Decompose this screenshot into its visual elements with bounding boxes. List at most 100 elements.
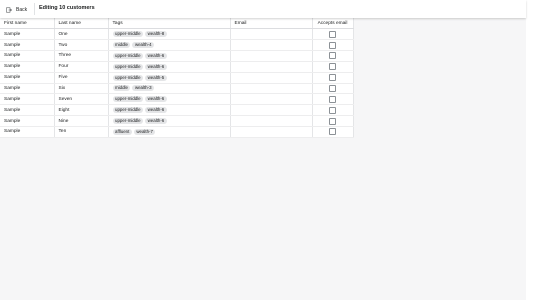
cell-last-name[interactable]: Seven bbox=[54, 93, 109, 106]
cell-first-name[interactable]: Sample bbox=[0, 28, 55, 41]
cell-tags[interactable]: upper-middle wealth-8 bbox=[108, 28, 231, 41]
back-label: Back bbox=[16, 6, 28, 13]
cell-first-name[interactable]: Sample bbox=[0, 115, 55, 127]
customers-grid: First name Last name Tags Email Accepts … bbox=[0, 18, 354, 138]
cell-last-name[interactable]: Two bbox=[54, 39, 109, 52]
cell-first-name[interactable]: Sample bbox=[0, 126, 55, 138]
tag-chip: wealth-8 bbox=[145, 31, 167, 38]
tag-chip: wealth-4 bbox=[132, 42, 155, 49]
cell-last-name[interactable]: Ten bbox=[54, 126, 109, 138]
cell-accepts-email bbox=[312, 126, 354, 138]
cell-tags[interactable]: upper-middle wealth-6 bbox=[108, 50, 231, 62]
column-header-email[interactable]: Email bbox=[230, 18, 313, 30]
cell-accepts-email bbox=[312, 115, 354, 127]
accepts-email-checkbox[interactable] bbox=[329, 63, 336, 71]
top-bar: Back Editing 10 customers bbox=[0, 0, 526, 18]
accepts-email-checkbox[interactable] bbox=[329, 106, 336, 114]
cell-accepts-email bbox=[312, 28, 354, 41]
cell-accepts-email bbox=[312, 39, 354, 52]
tag-chip: middle bbox=[112, 85, 131, 92]
cell-last-name[interactable]: Eight bbox=[54, 104, 109, 117]
accepts-email-checkbox[interactable] bbox=[329, 117, 336, 125]
cell-email[interactable] bbox=[230, 93, 313, 106]
tag-chip: upper-middle bbox=[112, 74, 144, 81]
header-divider bbox=[34, 3, 35, 15]
cell-tags[interactable]: upper-middle wealth-6 bbox=[108, 115, 231, 127]
accepts-email-checkbox[interactable] bbox=[329, 41, 336, 49]
cell-first-name[interactable]: Sample bbox=[0, 83, 55, 95]
table-row: Sample Three upper-middle wealth-6 bbox=[0, 50, 354, 62]
cell-email[interactable] bbox=[230, 115, 313, 127]
tag-chip: wealth-6 bbox=[145, 107, 167, 114]
cell-first-name[interactable]: Sample bbox=[0, 50, 55, 62]
cell-email[interactable] bbox=[230, 126, 313, 138]
cell-tags[interactable]: middle wealth-3 bbox=[108, 83, 231, 95]
tag-chip: wealth-3 bbox=[132, 85, 155, 92]
accepts-email-checkbox[interactable] bbox=[329, 95, 336, 103]
tag-chip: upper-middle bbox=[112, 63, 144, 70]
grid-header-row: First name Last name Tags Email Accepts … bbox=[0, 18, 354, 30]
cell-tags[interactable]: middle wealth-4 bbox=[108, 39, 231, 52]
cell-first-name[interactable]: Sample bbox=[0, 39, 55, 52]
column-header-tags[interactable]: Tags bbox=[108, 18, 231, 30]
grid-body: Sample One upper-middle wealth-8 Sample Two mi… bbox=[0, 28, 354, 138]
tag-chip: upper-middle bbox=[112, 52, 144, 59]
page-title: Editing 10 customers bbox=[39, 5, 95, 11]
cell-email[interactable] bbox=[230, 104, 313, 117]
table-row: Sample Five upper-middle wealth-5 bbox=[0, 72, 354, 84]
tag-chip: middle bbox=[112, 42, 131, 49]
cell-email[interactable] bbox=[230, 50, 313, 62]
tag-chip: wealth-5 bbox=[145, 74, 167, 81]
cell-email[interactable] bbox=[230, 61, 313, 73]
cell-tags[interactable]: upper-middle wealth-6 bbox=[108, 104, 231, 117]
tag-chip: upper-middle bbox=[112, 118, 144, 125]
cell-last-name[interactable]: Three bbox=[54, 50, 109, 62]
cell-first-name[interactable]: Sample bbox=[0, 93, 55, 106]
back-button[interactable]: Back bbox=[6, 4, 27, 15]
column-header-last-name[interactable]: Last name bbox=[54, 18, 109, 30]
accepts-email-checkbox[interactable] bbox=[329, 52, 336, 60]
table-row: Sample Nine upper-middle wealth-6 bbox=[0, 115, 354, 127]
table-row: Sample Four upper-middle wealth-6 bbox=[0, 61, 354, 73]
cell-first-name[interactable]: Sample bbox=[0, 72, 55, 84]
cell-last-name[interactable]: Four bbox=[54, 61, 109, 73]
cell-last-name[interactable]: One bbox=[54, 28, 109, 41]
cell-tags[interactable]: upper-middle wealth-6 bbox=[108, 61, 231, 73]
tag-chip: wealth-6 bbox=[145, 96, 167, 103]
cell-tags[interactable]: affluent wealth-7 bbox=[108, 126, 231, 138]
cell-last-name[interactable]: Six bbox=[54, 83, 109, 95]
cell-accepts-email bbox=[312, 50, 354, 62]
tag-chip: wealth-6 bbox=[145, 118, 167, 125]
cell-email[interactable] bbox=[230, 39, 313, 52]
tag-chip: upper-middle bbox=[112, 31, 144, 38]
cell-first-name[interactable]: Sample bbox=[0, 61, 55, 73]
cell-accepts-email bbox=[312, 61, 354, 73]
cell-tags[interactable]: upper-middle wealth-6 bbox=[108, 93, 231, 106]
tag-chip: upper-middle bbox=[112, 96, 144, 103]
table-row: Sample Two middle wealth-4 bbox=[0, 39, 354, 52]
cell-tags[interactable]: upper-middle wealth-5 bbox=[108, 72, 231, 84]
table-row: Sample Ten affluent wealth-7 bbox=[0, 126, 354, 138]
bulk-editor-app: Back Editing 10 customers First name Las… bbox=[0, 0, 542, 305]
cell-email[interactable] bbox=[230, 83, 313, 95]
cell-accepts-email bbox=[312, 93, 354, 106]
column-header-accepts-email[interactable]: Accepts email bbox=[312, 18, 354, 30]
table-row: Sample Seven upper-middle wealth-6 bbox=[0, 93, 354, 106]
tag-chip: affluent bbox=[112, 128, 132, 135]
tag-chip: upper-middle bbox=[112, 107, 144, 114]
column-header-first-name[interactable]: First name bbox=[0, 18, 55, 30]
cell-email[interactable] bbox=[230, 28, 313, 41]
accepts-email-checkbox[interactable] bbox=[329, 74, 336, 82]
tag-chip: wealth-7 bbox=[133, 128, 156, 135]
table-row: Sample Eight upper-middle wealth-6 bbox=[0, 104, 354, 117]
cell-last-name[interactable]: Nine bbox=[54, 115, 109, 127]
cell-first-name[interactable]: Sample bbox=[0, 104, 55, 117]
cell-email[interactable] bbox=[230, 72, 313, 84]
accepts-email-checkbox[interactable] bbox=[329, 128, 336, 136]
table-row: Sample One upper-middle wealth-8 bbox=[0, 28, 354, 41]
cell-last-name[interactable]: Five bbox=[54, 72, 109, 84]
accepts-email-checkbox[interactable] bbox=[329, 84, 336, 92]
table-row: Sample Six middle wealth-3 bbox=[0, 83, 354, 95]
accepts-email-checkbox[interactable] bbox=[329, 30, 336, 38]
cell-accepts-email bbox=[312, 72, 354, 84]
